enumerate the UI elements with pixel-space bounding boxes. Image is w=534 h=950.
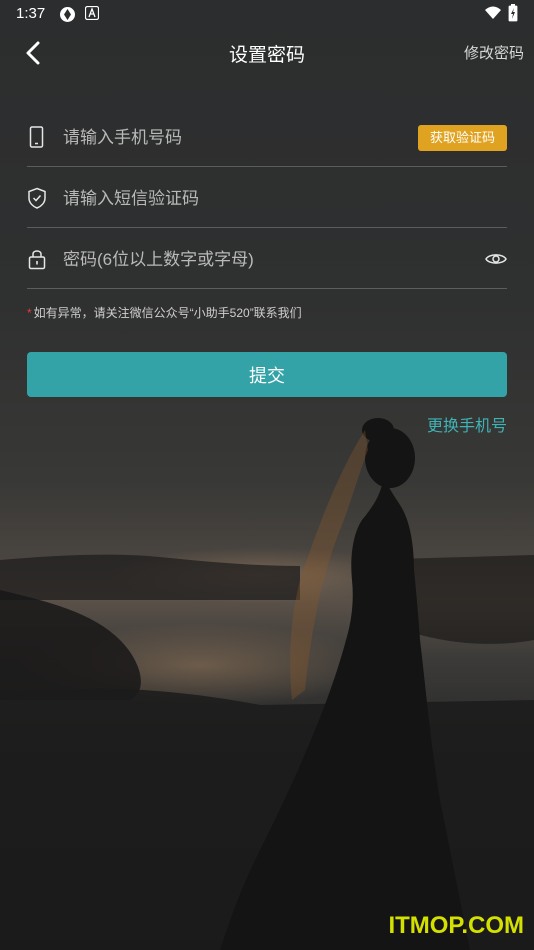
app-notification-icon [85,6,99,20]
phone-field: 获取验证码 [27,106,507,167]
password-field [27,228,507,289]
submit-button[interactable]: 提交 [27,352,507,397]
status-bar: 1:37 [0,0,534,28]
modify-password-link[interactable]: 修改密码 [464,42,524,63]
status-time: 1:37 [16,5,46,22]
eye-icon[interactable] [485,250,507,268]
required-star: * [27,306,32,320]
phone-icon [29,126,44,148]
sms-code-field [27,167,507,228]
aperture-icon [60,7,75,22]
shield-check-icon [28,187,46,209]
battery-icon [508,4,518,22]
app-header: 设置密码 修改密码 [0,28,534,78]
wifi-icon [485,6,501,19]
page-title: 设置密码 [228,45,305,66]
change-phone-link[interactable]: 更换手机号 [427,412,507,436]
password-input[interactable] [61,245,425,275]
get-code-button[interactable]: 获取验证码 [418,125,507,151]
notice-text: * 如有异常，请关注微信公众号“小助手520”联系我们 [27,304,302,321]
phone-input[interactable] [61,123,425,153]
sms-code-input[interactable] [61,184,425,214]
site-watermark: ITMOP.COM [388,912,524,939]
notice-message: 如有异常，请关注微信公众号“小助手520”联系我们 [33,306,302,320]
lock-icon [28,250,46,270]
